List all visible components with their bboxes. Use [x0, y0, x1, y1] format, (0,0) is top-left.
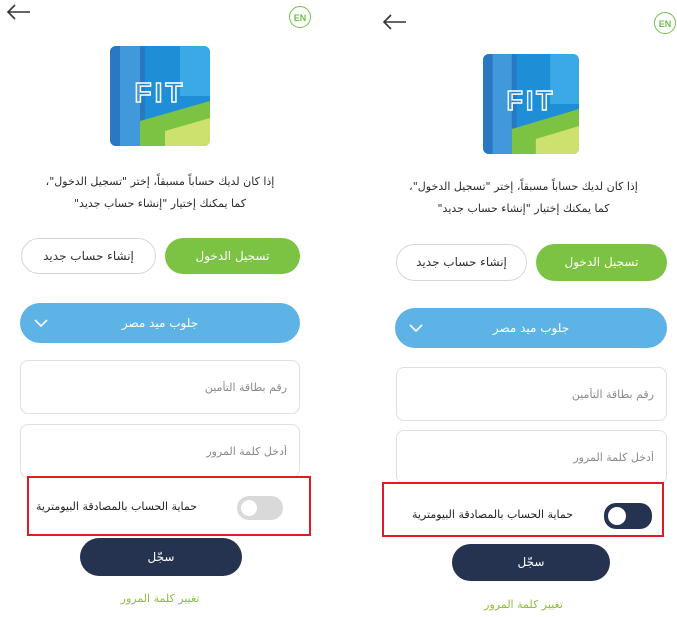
login-button[interactable]: تسجيل الدخول — [165, 238, 300, 274]
back-arrow-icon[interactable] — [6, 2, 32, 22]
company-dropdown-value: جلوب ميد مصر — [492, 321, 570, 335]
insurance-card-field[interactable] — [396, 367, 667, 421]
chevron-down-icon — [34, 319, 48, 327]
create-account-button[interactable]: إنشاء حساب جديد — [396, 244, 527, 281]
insurance-card-field[interactable] — [20, 360, 300, 414]
insurance-card-input[interactable] — [397, 368, 666, 420]
password-input[interactable] — [397, 431, 666, 483]
company-dropdown[interactable]: جلوب ميد مصر — [20, 303, 300, 343]
intro-line-1: إذا كان لديك حساباً مسبقاً، إختر "تسجيل … — [409, 180, 638, 193]
language-toggle[interactable]: EN — [289, 6, 311, 28]
biometric-label: حماية الحساب بالمصادقة البيومترية — [36, 500, 198, 513]
password-field[interactable] — [20, 424, 300, 478]
logo-text: FIT — [507, 84, 556, 116]
change-password-link[interactable]: تغيير كلمة المرور — [370, 598, 677, 611]
app-logo: FIT — [110, 46, 210, 146]
create-account-button[interactable]: إنشاء حساب جديد — [21, 238, 156, 274]
language-toggle[interactable]: EN — [654, 12, 676, 34]
login-button[interactable]: تسجيل الدخول — [536, 244, 667, 281]
company-dropdown-value: جلوب ميد مصر — [121, 316, 199, 330]
biometric-label: حماية الحساب بالمصادقة البيومترية — [412, 508, 574, 521]
toggle-knob — [608, 507, 626, 525]
back-arrow-icon[interactable] — [382, 12, 408, 32]
app-logo: FIT — [483, 54, 579, 154]
intro-text: إذا كان لديك حساباً مسبقاً، إختر "تسجيل … — [0, 171, 320, 215]
toggle-knob — [241, 500, 257, 516]
logo-text: FIT — [135, 77, 186, 108]
biometric-toggle[interactable] — [604, 503, 652, 529]
change-password-link[interactable]: تغيير كلمة المرور — [0, 592, 320, 605]
password-input[interactable] — [21, 425, 299, 477]
screen-toggle-off: EN FIT إذا كان لديك حساباً مسبقاً، إختر … — [0, 0, 320, 617]
intro-line-2: كما يمكنك إختيار "إنشاء حساب جديد" — [74, 197, 246, 210]
intro-line-1: إذا كان لديك حساباً مسبقاً، إختر "تسجيل … — [45, 175, 275, 188]
biometric-toggle[interactable] — [237, 496, 283, 520]
insurance-card-input[interactable] — [21, 361, 299, 413]
screen-toggle-on: EN FIT إذا كان لديك حساباً مسبقاً، إختر … — [370, 0, 677, 617]
register-button[interactable]: سجّل — [80, 538, 242, 576]
password-field[interactable] — [396, 430, 667, 484]
chevron-down-icon — [409, 324, 423, 332]
register-button[interactable]: سجّل — [452, 544, 610, 581]
company-dropdown[interactable]: جلوب ميد مصر — [395, 308, 667, 348]
intro-line-2: كما يمكنك إختيار "إنشاء حساب جديد" — [437, 202, 610, 215]
intro-text: إذا كان لديك حساباً مسبقاً، إختر "تسجيل … — [370, 176, 677, 220]
